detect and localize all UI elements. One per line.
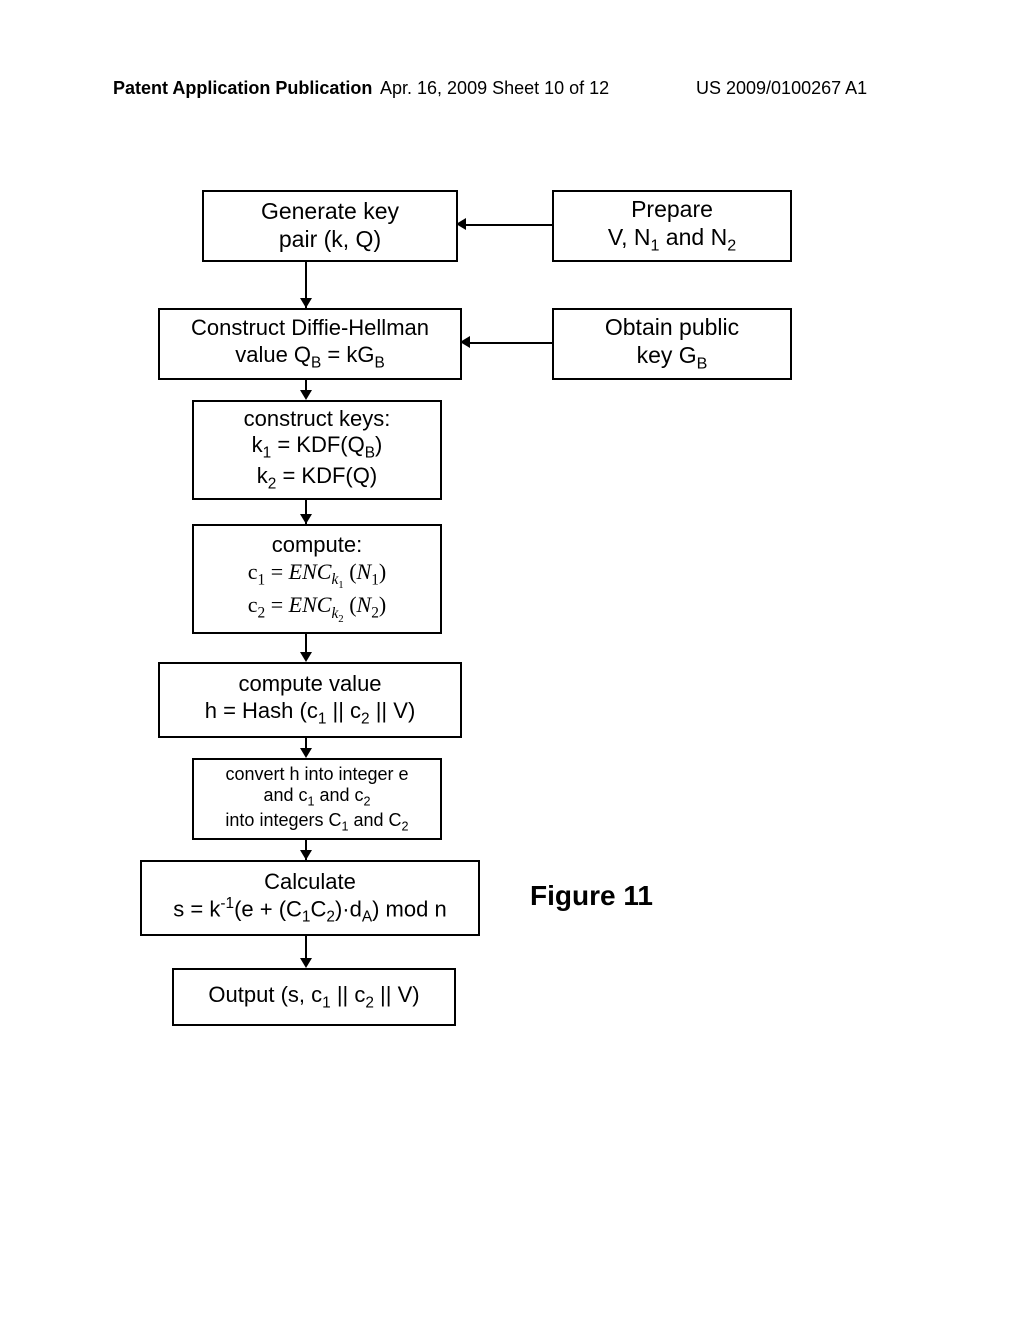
box7-line1: compute value — [238, 671, 381, 697]
box5-line3: k2 = KDF(Q) — [257, 463, 377, 494]
box2-line1: Prepare — [631, 196, 713, 224]
box6-line3: c2 = ENCk2 (N2) — [248, 592, 386, 625]
box2-line2: V, N1 and N2 — [608, 224, 736, 256]
box4-line1: Obtain public — [605, 314, 739, 342]
box-calculate-s: Calculate s = k-1(e + (C1C2)·dA) mod n — [140, 860, 480, 936]
box3-line1: Construct Diffie-Hellman — [191, 315, 429, 341]
arrowhead-b8-b9 — [300, 850, 312, 860]
box6-line1: compute: — [272, 532, 363, 558]
box9-line2: s = k-1(e + (C1C2)·dA) mod n — [173, 895, 446, 927]
arrowhead-b6-b7 — [300, 652, 312, 662]
box4-line2: key GB — [637, 342, 708, 374]
arrowhead-b3-b5 — [300, 390, 312, 400]
box-obtain-public-key: Obtain public key GB — [552, 308, 792, 380]
header-center: Apr. 16, 2009 Sheet 10 of 12 — [380, 78, 609, 99]
box8-line2: and c1 and c2 — [263, 785, 370, 810]
box5-line1: construct keys: — [244, 406, 391, 432]
arrowhead-b9-b10 — [300, 958, 312, 968]
figure-label: Figure 11 — [530, 880, 653, 912]
box-convert-integers: convert h into integer e and c1 and c2 i… — [192, 758, 442, 840]
arrowhead-prepare-to-keypair — [456, 218, 466, 230]
arrowhead-b5-b6 — [300, 514, 312, 524]
header-right: US 2009/0100267 A1 — [696, 78, 867, 99]
arrow-pubkey-to-dh — [470, 342, 552, 344]
arrow-prepare-to-keypair — [466, 224, 552, 226]
page: Patent Application Publication Apr. 16, … — [0, 0, 1024, 1320]
box8-line1: convert h into integer e — [225, 764, 408, 786]
box10-line: Output (s, c1 || c2 || V) — [208, 982, 419, 1013]
box6-line2: c1 = ENCk1 (N1) — [248, 559, 386, 592]
box7-line2: h = Hash (c1 || c2 || V) — [205, 698, 416, 729]
box-compute-ciphertexts: compute: c1 = ENCk1 (N1) c2 = ENCk2 (N2) — [192, 524, 442, 634]
box-compute-hash: compute value h = Hash (c1 || c2 || V) — [158, 662, 462, 738]
arrowhead-b7-b8 — [300, 748, 312, 758]
box3-line2: value QB = kGB — [235, 342, 385, 373]
arrow-b1-b3 — [305, 260, 307, 300]
box9-line1: Calculate — [264, 869, 356, 895]
arrow-b9-b10 — [305, 934, 307, 960]
arrowhead-pubkey-to-dh — [460, 336, 470, 348]
box-construct-dh: Construct Diffie-Hellman value QB = kGB — [158, 308, 462, 380]
box-generate-key-pair: Generate key pair (k, Q) — [202, 190, 458, 262]
box1-line1: Generate key — [261, 198, 399, 226]
box8-line3: into integers C1 and C2 — [225, 810, 408, 835]
header-left: Patent Application Publication — [113, 78, 372, 99]
box-construct-keys: construct keys: k1 = KDF(QB) k2 = KDF(Q) — [192, 400, 442, 500]
box5-line2: k1 = KDF(QB) — [252, 432, 383, 463]
box-prepare-inputs: Prepare V, N1 and N2 — [552, 190, 792, 262]
arrow-b6-b7 — [305, 632, 307, 654]
arrowhead-b1-b3 — [300, 298, 312, 308]
box1-line2: pair (k, Q) — [279, 226, 381, 254]
box-output: Output (s, c1 || c2 || V) — [172, 968, 456, 1026]
